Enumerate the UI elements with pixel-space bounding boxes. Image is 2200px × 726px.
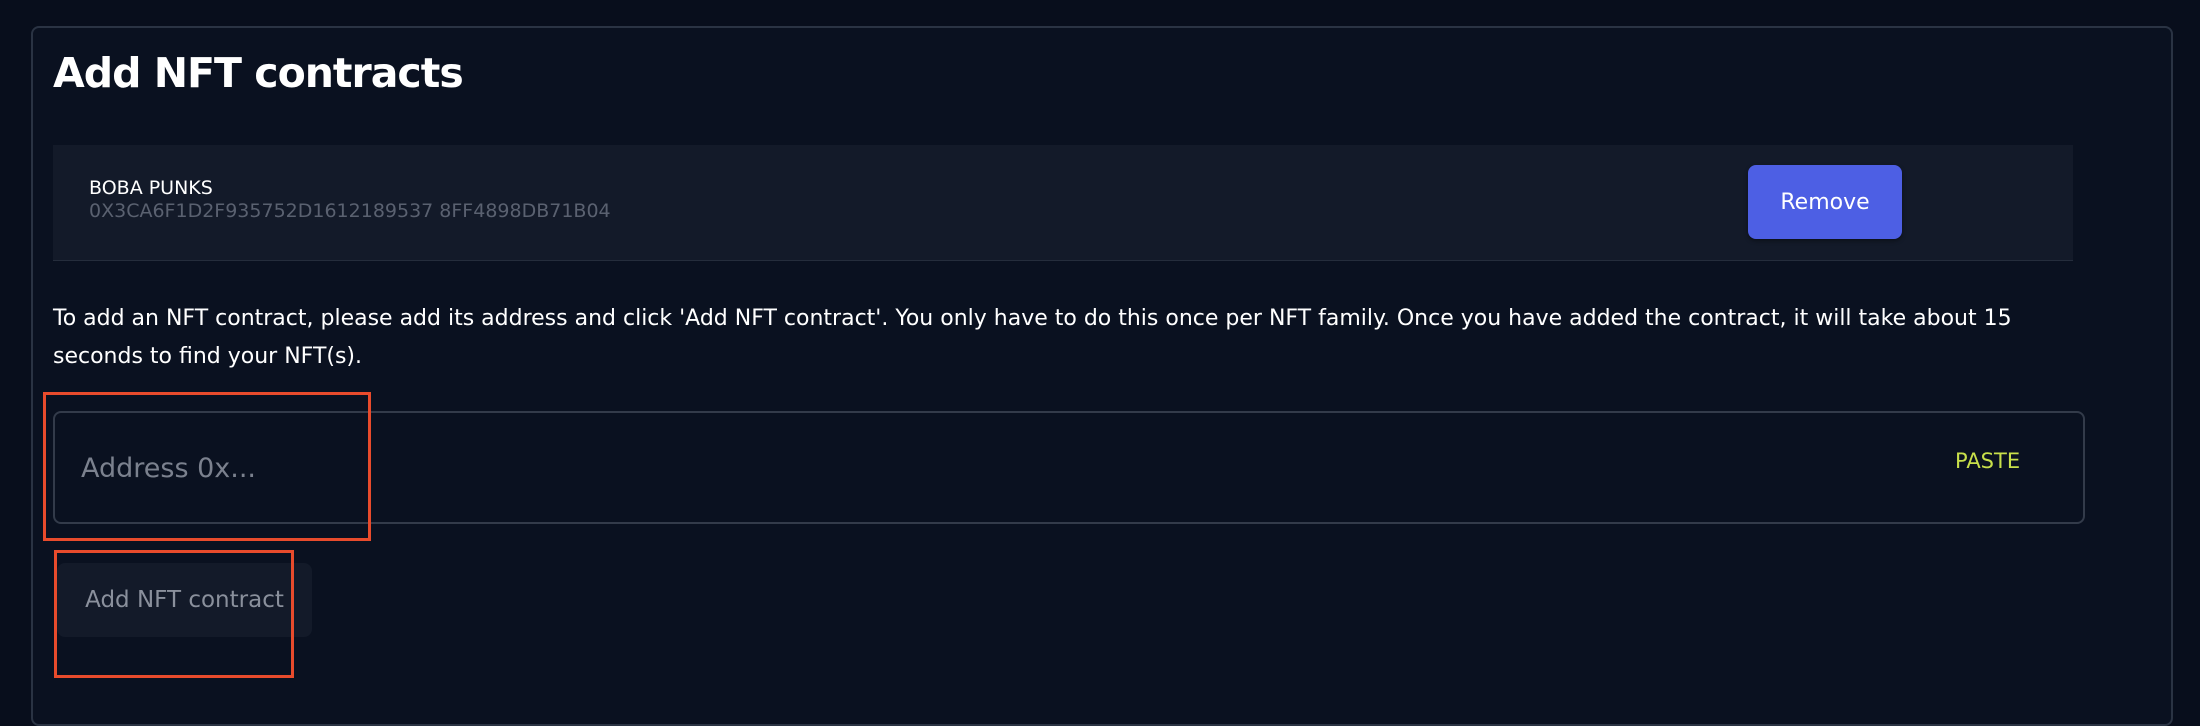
page-title: Add NFT contracts	[53, 49, 464, 97]
contract-address: 0X3CA6F1D2F935752D1612189537 8FF4898DB71…	[89, 200, 611, 222]
address-field: PASTE	[53, 411, 2085, 524]
add-nft-contract-button[interactable]: Add NFT contract	[57, 563, 312, 637]
remove-contract-button[interactable]: Remove	[1748, 165, 1902, 239]
paste-button[interactable]: PASTE	[1955, 449, 2020, 473]
instructions-text: To add an NFT contract, please add its a…	[53, 306, 2012, 369]
contract-list-item: BOBA PUNKS 0X3CA6F1D2F935752D1612189537 …	[53, 145, 2073, 261]
add-nft-contracts-card: Add NFT contracts BOBA PUNKS 0X3CA6F1D2F…	[31, 26, 2173, 726]
address-input[interactable]	[81, 443, 1841, 493]
contract-name: BOBA PUNKS	[89, 177, 213, 199]
